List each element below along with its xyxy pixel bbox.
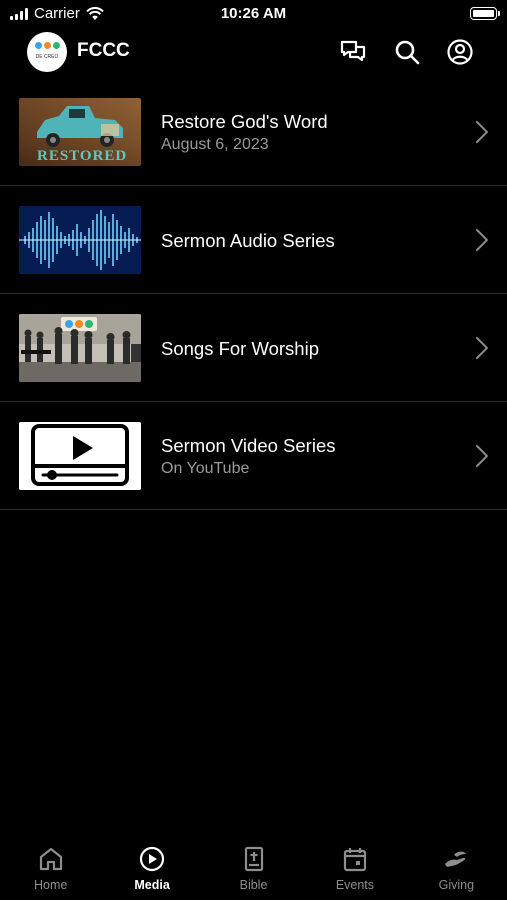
thumbnail-worship-band [19,314,141,382]
tab-events[interactable]: Events [304,838,405,900]
media-list: RESTORED Restore God's Word August 6, 20… [0,78,507,510]
truck-image-icon: RESTORED [19,98,141,166]
tab-bar: Home Media Bible Events Giving [0,838,507,900]
chevron-right-icon [476,445,488,467]
item-title: Restore God's Word [161,111,328,132]
app-header: DE CREO FCCC [0,30,507,76]
tab-label: Giving [438,878,475,892]
tab-home[interactable]: Home [0,838,101,900]
giving-hand-icon [445,851,467,867]
status-bar: Carrier 10:26 AM [0,0,507,28]
screen: Carrier 10:26 AM DE CREO FCCC RESTORED R… [0,0,507,900]
church-logo[interactable]: DE CREO [27,32,67,72]
calendar-icon [343,848,367,872]
logo-mark [35,42,60,49]
bible-icon [244,846,263,872]
chat-icon [340,40,366,62]
logo-text: DE CREO [35,54,59,60]
tab-label: Bible [239,878,268,892]
battery-icon [470,7,500,20]
thumb-restored-text: RESTORED [37,148,127,164]
search-button[interactable] [393,38,421,66]
app-title: FCCC [77,40,130,61]
worship-band-photo-icon [19,314,141,382]
media-item-sermon-audio-series[interactable]: Sermon Audio Series [0,186,507,294]
chevron-right-icon [476,229,488,251]
item-title: Sermon Video Series [161,435,336,456]
tab-label: Media [134,878,170,892]
thumbnail-audio-wave [19,206,141,274]
profile-button[interactable] [446,38,474,66]
tab-bible[interactable]: Bible [203,838,304,900]
thumbnail-restored: RESTORED [19,98,141,166]
item-subtitle: August 6, 2023 [161,136,269,153]
video-player-icon [19,422,141,490]
status-time: 10:26 AM [220,5,287,22]
tab-label: Home [34,878,68,892]
home-icon [39,847,62,871]
profile-icon [447,39,473,65]
tab-label: Events [335,878,375,892]
thumbnail-video-player [19,422,141,490]
play-circle-icon [140,846,165,872]
tab-media[interactable]: Media [101,838,202,900]
chat-button[interactable] [339,38,367,66]
media-item-songs-for-worship[interactable]: Songs For Worship [0,294,507,402]
chevron-right-icon [476,337,488,359]
tab-giving[interactable]: Giving [406,838,507,900]
item-subtitle: On YouTube [161,460,250,477]
media-item-sermon-video-series[interactable]: Sermon Video Series On YouTube [0,402,507,510]
item-title: Sermon Audio Series [161,230,335,251]
item-title: Songs For Worship [161,338,319,359]
chevron-right-icon [476,121,488,143]
audio-wave-icon [19,206,141,274]
media-item-restore-gods-word[interactable]: RESTORED Restore God's Word August 6, 20… [0,78,507,186]
search-icon [395,40,420,65]
